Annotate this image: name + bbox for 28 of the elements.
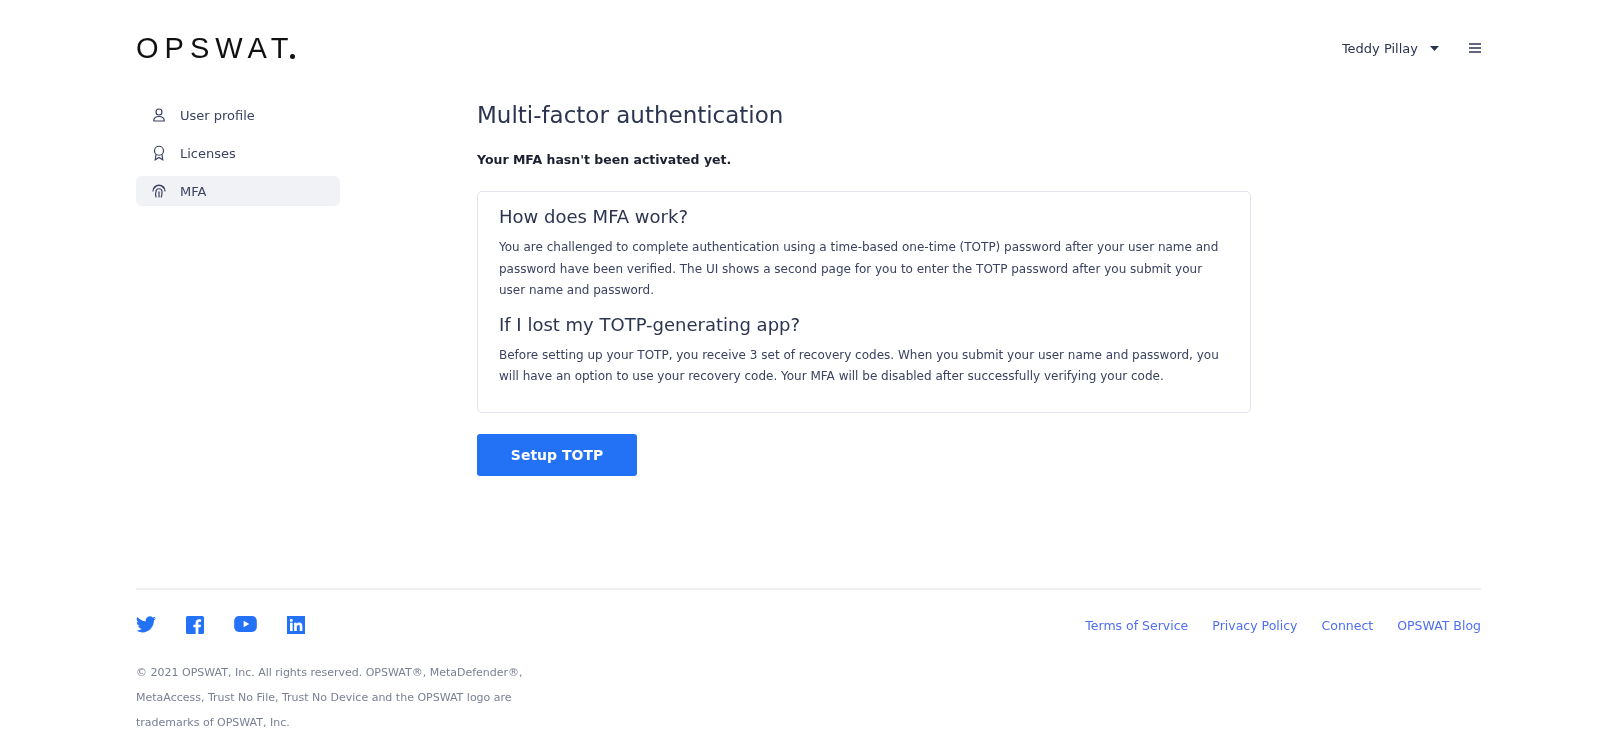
- menu-icon[interactable]: [1469, 43, 1481, 53]
- status-message: Your MFA hasn't been activated yet.: [477, 152, 733, 167]
- user-menu-button[interactable]: Teddy Pillay: [1341, 40, 1439, 56]
- footer-link[interactable]: Connect: [1321, 617, 1374, 633]
- sidebar-item[interactable]: Licenses: [136, 138, 340, 168]
- sidebar-item-label: Licenses: [180, 145, 236, 161]
- caret-icon: [1430, 45, 1439, 51]
- sidebar-item[interactable]: User profile: [136, 100, 340, 130]
- twitter-bird-icon[interactable]: [136, 616, 156, 633]
- sidebar-item-label: User profile: [180, 107, 255, 123]
- footer-link[interactable]: Terms of Service: [1085, 617, 1189, 633]
- section-text: You are challenged to complete authentication using a time-based one-time (TOTP) password after your user name and password have been verified. The UI shows a second page for you to enter the TOTP password after you submit your user name and password.: [499, 239, 1220, 299]
- user-icon: [150, 106, 168, 124]
- section-text: Before setting up your TOTP, you receive 3 set of recovery codes. When you submit your user name and password, you will have an option to use your recovery code. Your MFA will be disabled after successfully verifying your code.: [499, 346, 1220, 385]
- section-heading: If I lost my TOTP-generating app?: [499, 313, 802, 335]
- logo: OPSWAT: [136, 31, 296, 65]
- section-heading: How does MFA work?: [499, 206, 689, 227]
- play-video-icon[interactable]: [234, 616, 257, 632]
- footer-link[interactable]: OPSWAT Blog: [1397, 617, 1481, 633]
- facebook-icon[interactable]: [186, 616, 204, 634]
- fingerprint-icon: [150, 182, 168, 200]
- setup-button[interactable]: Setup TOTP: [477, 433, 637, 476]
- page-title: Multi-factor authentication: [477, 102, 785, 128]
- linkedin-icon[interactable]: [287, 616, 305, 634]
- sidebar-item-label: MFA: [180, 183, 207, 199]
- sidebar-item[interactable]: MFA: [136, 176, 340, 206]
- copyright-text: © 2021 OPSWAT, Inc. All rights reserved. OPSWAT®, MetaDefender®, MetaAccess, Trust No File, Trust No Device and the OPSWAT logo are trademarks of OPSWAT, Inc.: [136, 665, 524, 731]
- footer-link[interactable]: Privacy Policy: [1212, 617, 1298, 633]
